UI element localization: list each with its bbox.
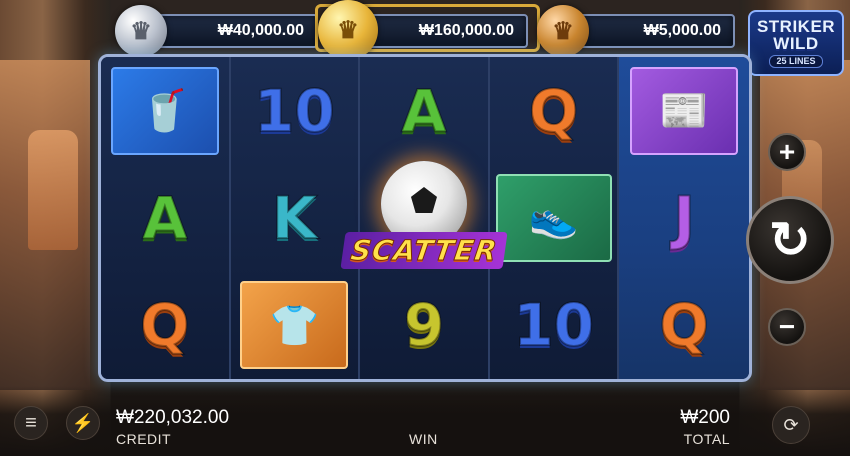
bet-decrease-button[interactable]: − [768, 308, 806, 346]
autoplay-button[interactable]: ⟳ [772, 406, 810, 444]
game-logo: STRIKER WILD 25 LINES [748, 10, 844, 76]
credit-label: CREDIT [116, 431, 172, 447]
bet-increase-button[interactable]: + [768, 133, 806, 171]
bottom-bar: ≡ ⚡ ₩220,032.00 CREDIT WIN ₩200 TOTAL ⟳ [0, 386, 850, 456]
jackpot-silver: ₩40,000.00 [148, 14, 318, 48]
reel-1: 🥤 A Q [101, 57, 231, 379]
reel-cell: 👟 [490, 164, 618, 271]
symbol-10: 10 [512, 291, 595, 360]
reel-cell: A [360, 57, 488, 164]
reel-5: 📰 J Q [619, 57, 749, 379]
symbol-q: Q [139, 291, 190, 360]
scatter-label: SCATTER [340, 231, 508, 269]
jackpot-silver-value: ₩40,000.00 [217, 22, 304, 39]
reel-cell: 9 [360, 272, 488, 379]
spin-button[interactable]: ↻ [746, 196, 834, 284]
news-icon: 📰 [630, 66, 739, 155]
symbol-9: 9 [403, 291, 445, 360]
hanging-shirt-left [28, 130, 78, 250]
logo-lines-badge: 25 LINES [769, 55, 823, 68]
jackpot-bronze-value: ₩5,000.00 [643, 22, 721, 39]
plus-icon: + [778, 136, 796, 167]
logo-line2: WILD [773, 34, 819, 53]
jackpot-gold-value: ₩160,000.00 [418, 22, 514, 39]
bolt-icon: ⚡ [71, 412, 95, 433]
symbol-a: A [141, 183, 188, 252]
spin-icon: ↻ [769, 212, 811, 268]
symbol-10: 10 [253, 76, 336, 145]
reel-cell: 📰 [619, 57, 749, 164]
jersey-icon: 👕 [240, 281, 349, 370]
reel-cell: A [101, 164, 229, 271]
reel-cell: K [231, 164, 359, 271]
reel-cell: Q [101, 272, 229, 379]
drinks-icon: 🥤 [110, 66, 219, 155]
silver-medal-icon: ♛ [115, 5, 167, 57]
menu-button[interactable]: ≡ [14, 406, 48, 440]
autoplay-icon: ⟳ [783, 414, 799, 435]
bronze-medal-icon: ♛ [537, 5, 589, 57]
gold-medal-icon: ♛ [318, 0, 378, 60]
symbol-q: Q [528, 76, 579, 145]
boot-icon: 👟 [495, 173, 612, 262]
win-label: WIN [409, 431, 438, 447]
reel-cell: Q [619, 272, 749, 379]
total-bet-value: ₩200 [680, 407, 730, 428]
reel-2: 10 K 👕 [230, 57, 361, 379]
total-bet-label: TOTAL [683, 431, 730, 447]
reel-cell: Q [490, 57, 618, 164]
reel-cell: J [619, 164, 749, 271]
scatter-symbol: SCATTER [340, 157, 508, 287]
minus-icon: − [778, 311, 796, 342]
logo-line1: STRIKER [756, 17, 836, 36]
turbo-button[interactable]: ⚡ [66, 406, 100, 440]
symbol-a: A [401, 76, 448, 145]
reel-cell: 10 [490, 272, 618, 379]
credit-value: ₩220,032.00 [116, 407, 230, 428]
reel-cell: 🥤 [101, 57, 229, 164]
symbol-k: K [271, 183, 318, 252]
menu-icon: ≡ [25, 411, 37, 434]
jackpot-bronze: ₩5,000.00 [565, 14, 735, 48]
reel-cell: 10 [231, 57, 359, 164]
reel-3: A 9 SCATTER [340, 57, 508, 379]
reel-cell: 👕 [231, 272, 359, 379]
symbol-j: J [672, 183, 696, 252]
reel-4: Q 👟 10 [489, 57, 620, 379]
reel-grid: 🥤 A Q 10 K 👕 A 9 SCATTER Q 👟 10 📰 J Q [98, 54, 752, 382]
symbol-q: Q [659, 291, 710, 360]
